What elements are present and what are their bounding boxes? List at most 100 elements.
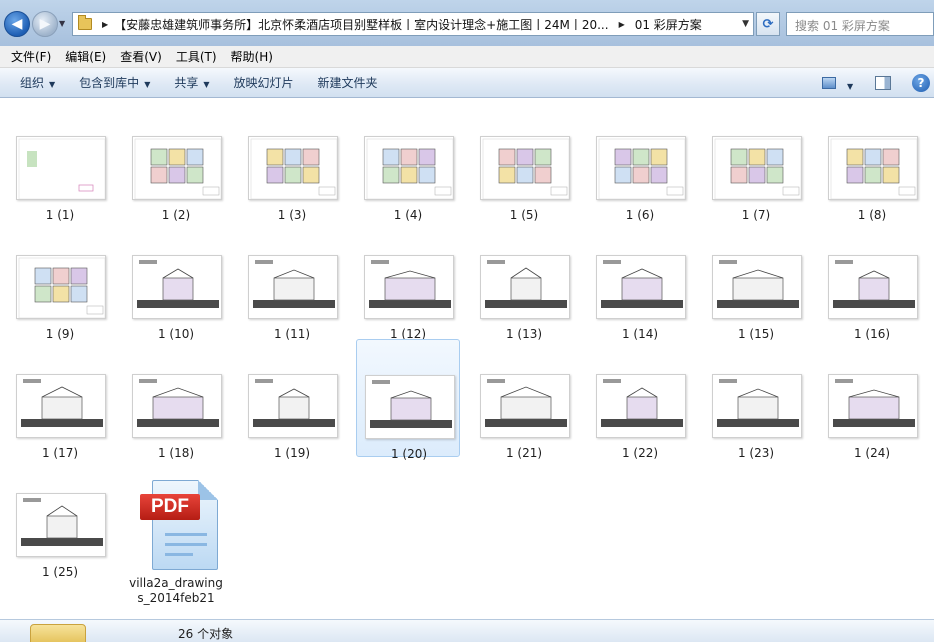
menu-view[interactable]: 查看(V) xyxy=(113,48,169,65)
menu-bar: 文件(F) 编辑(E) 查看(V) 工具(T) 帮助(H) xyxy=(0,46,934,68)
thumbnail-image xyxy=(248,136,338,200)
thumbnail-image xyxy=(828,374,918,438)
file-name-label: 1 (23) xyxy=(737,446,775,460)
menu-tools[interactable]: 工具(T) xyxy=(169,48,224,65)
image-file-item[interactable]: 1 (4) xyxy=(356,101,460,222)
image-file-item[interactable]: 1 (21) xyxy=(472,339,576,460)
thumbnail-image xyxy=(16,136,106,200)
thumbnail-image xyxy=(480,136,570,200)
address-dropdown-icon[interactable]: ▼ xyxy=(742,19,749,29)
refresh-icon: ⟳ xyxy=(762,16,774,32)
item-count: 26 个对象 xyxy=(178,627,234,641)
image-file-item[interactable]: 1 (3) xyxy=(240,101,344,222)
breadcrumb-current[interactable]: 01 彩屏方案 xyxy=(635,16,702,33)
address-toolbar: ◀ ▶ ▼ ▶ 【安藤忠雄建筑师事务所】北京怀柔酒店项目别墅样板丨室内设计理念+… xyxy=(0,0,934,46)
thumbnail-image xyxy=(248,374,338,438)
thumbnail-image xyxy=(596,136,686,200)
thumbnail-image xyxy=(480,255,570,319)
refresh-button[interactable]: ⟳ xyxy=(756,12,780,36)
share-button[interactable]: 共享 ▼ xyxy=(162,74,221,91)
address-bar[interactable]: ▶ 【安藤忠雄建筑师事务所】北京怀柔酒店项目别墅样板丨室内设计理念+施工图丨24… xyxy=(72,12,754,36)
menu-edit[interactable]: 编辑(E) xyxy=(58,48,113,65)
image-file-item[interactable]: 1 (6) xyxy=(588,101,692,222)
preview-pane-icon[interactable] xyxy=(875,76,891,90)
organize-button[interactable]: 组织 ▼ xyxy=(8,74,67,91)
image-file-item[interactable]: 1 (25) xyxy=(8,458,112,579)
status-bar: 26 个对象 xyxy=(0,619,934,642)
thumbnail-image xyxy=(596,255,686,319)
folder-large-icon xyxy=(30,624,86,642)
image-file-item[interactable]: 1 (1) xyxy=(8,101,112,222)
menu-file[interactable]: 文件(F) xyxy=(4,48,58,65)
thumbnail-image xyxy=(828,136,918,200)
image-file-item[interactable]: 1 (7) xyxy=(704,101,808,222)
image-file-item[interactable]: 1 (9) xyxy=(8,220,112,341)
back-arrow-icon: ◀ xyxy=(11,16,23,32)
thumbnail-image xyxy=(364,255,454,319)
back-button[interactable]: ◀ xyxy=(4,11,30,37)
chevron-down-icon: ▼ xyxy=(203,80,210,89)
forward-arrow-icon: ▶ xyxy=(39,16,51,32)
breadcrumb-chevron-icon[interactable]: ▶ xyxy=(102,20,108,29)
include-in-library-button[interactable]: 包含到库中 ▼ xyxy=(67,74,162,91)
file-name-label: 1 (20) xyxy=(390,447,428,461)
thumbnail-image xyxy=(712,374,802,438)
file-name-label: villa2a_drawings_2014feb21 xyxy=(129,576,223,605)
image-file-item[interactable]: 1 (23) xyxy=(704,339,808,460)
pdf-file-item[interactable]: PDF villa2a_drawings_2014feb21 xyxy=(124,458,228,605)
folder-icon xyxy=(78,15,92,30)
pdf-document-icon: PDF xyxy=(140,480,218,570)
thumbnail-image xyxy=(596,374,686,438)
new-folder-button[interactable]: 新建文件夹 xyxy=(306,74,390,91)
image-file-item[interactable]: 1 (22) xyxy=(588,339,692,460)
image-file-item[interactable]: 1 (14) xyxy=(588,220,692,341)
image-file-item[interactable]: 1 (10) xyxy=(124,220,228,341)
chevron-down-icon: ▼ xyxy=(144,80,151,89)
image-file-item[interactable]: 1 (5) xyxy=(472,101,576,222)
view-options-dropdown-icon[interactable]: ▼ xyxy=(847,76,853,96)
thumbnail-image xyxy=(132,136,222,200)
image-file-item[interactable]: 1 (16) xyxy=(820,220,924,341)
thumbnail-image xyxy=(364,136,454,200)
image-file-item[interactable]: 1 (18) xyxy=(124,339,228,460)
thumbnail-image xyxy=(365,375,455,439)
breadcrumb-chevron-icon[interactable]: ▶ xyxy=(619,20,625,29)
file-list-pane: 1 (1) 1 (2) 1 (3) 1 (4) 1 (5) 1 (6) 1 (7) 1 (8)… xyxy=(0,99,934,619)
image-file-item[interactable]: 1 (24) xyxy=(820,339,924,460)
image-file-item[interactable]: 1 (15) xyxy=(704,220,808,341)
image-file-item[interactable]: 1 (19) xyxy=(240,339,344,460)
help-icon[interactable]: ? xyxy=(912,74,930,92)
file-name-label: 1 (22) xyxy=(621,446,659,460)
include-in-library-label: 包含到库中 xyxy=(79,76,140,90)
share-label: 共享 xyxy=(174,76,199,90)
thumbnail-image xyxy=(712,136,802,200)
slideshow-button[interactable]: 放映幻灯片 xyxy=(222,74,306,91)
thumbnail-image xyxy=(712,255,802,319)
thumbnail-image xyxy=(248,255,338,319)
thumbnail-image xyxy=(132,255,222,319)
breadcrumb-parent[interactable]: 【安藤忠雄建筑师事务所】北京怀柔酒店项目别墅样板丨室内设计理念+施工图丨24M丨… xyxy=(114,16,608,33)
search-input[interactable]: 搜索 01 彩屏方案 xyxy=(786,12,934,36)
thumbnail-image xyxy=(480,374,570,438)
pdf-badge: PDF xyxy=(140,494,200,520)
thumbnail-image xyxy=(132,374,222,438)
image-file-item[interactable]: 1 (11) xyxy=(240,220,344,341)
chevron-down-icon: ▼ xyxy=(49,80,56,89)
file-name-label: 1 (25) xyxy=(41,565,79,579)
command-bar: 组织 ▼ 包含到库中 ▼ 共享 ▼ 放映幻灯片 新建文件夹 ▼ ? xyxy=(0,68,934,98)
image-file-item[interactable]: 1 (8) xyxy=(820,101,924,222)
menu-help[interactable]: 帮助(H) xyxy=(224,48,280,65)
file-name-label: 1 (24) xyxy=(853,446,891,460)
thumbnail-image xyxy=(16,255,106,319)
recent-pages-dropdown-icon[interactable]: ▼ xyxy=(59,19,69,29)
image-file-item[interactable]: 1 (2) xyxy=(124,101,228,222)
file-name-label: 1 (19) xyxy=(273,446,311,460)
image-file-item[interactable]: 1 (13) xyxy=(472,220,576,341)
forward-button[interactable]: ▶ xyxy=(32,11,58,37)
organize-label: 组织 xyxy=(20,76,45,90)
image-file-item[interactable]: 1 (12) xyxy=(356,220,460,341)
image-file-item[interactable]: 1 (17) xyxy=(8,339,112,460)
change-view-icon[interactable] xyxy=(822,77,836,89)
image-file-item[interactable]: 1 (20) xyxy=(356,339,460,461)
thumbnail-image xyxy=(16,493,106,557)
